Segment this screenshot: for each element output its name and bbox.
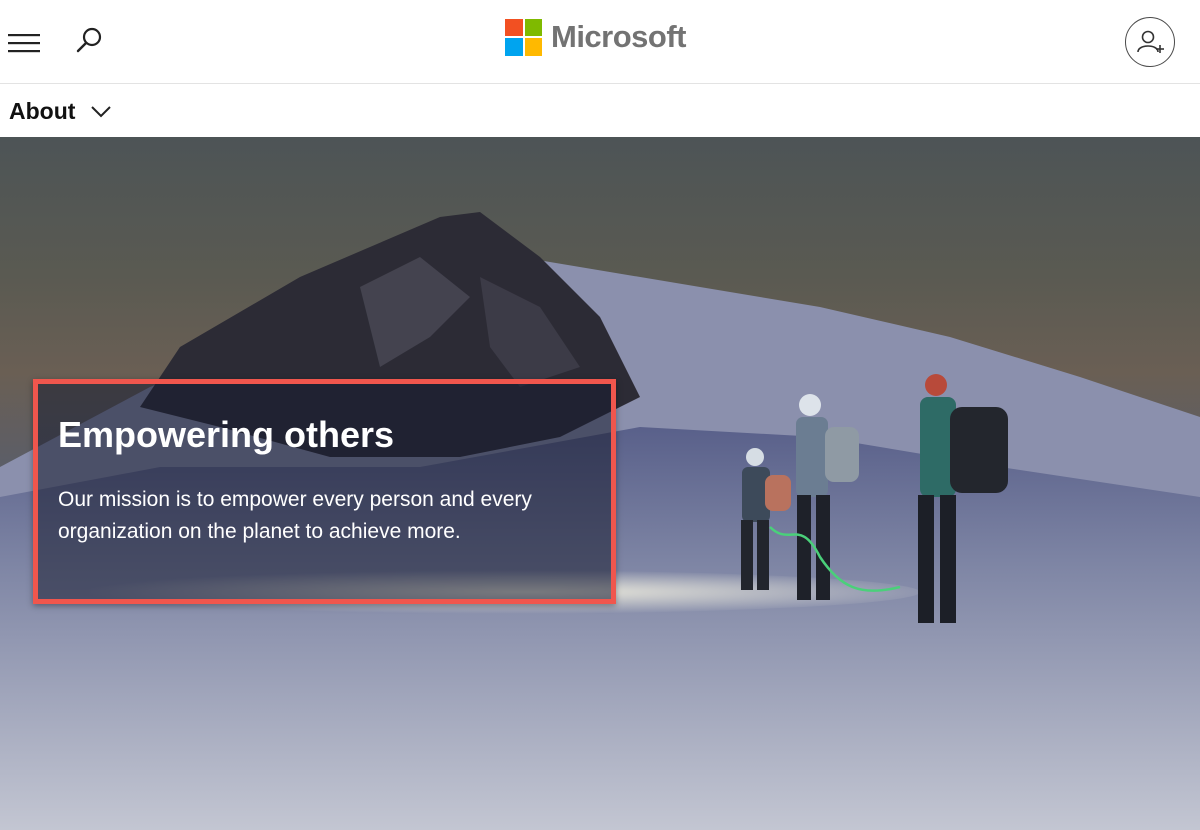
logo-square-yellow — [524, 38, 542, 56]
menu-button[interactable] — [6, 28, 42, 58]
hero-banner: Empowering others Our mission is to empo… — [0, 137, 1200, 830]
brand-name: Microsoft — [551, 19, 687, 54]
hero-description: Our mission is to empower every person a… — [58, 488, 532, 543]
sub-navigation: About — [0, 84, 1200, 137]
hero-title: Empowering others — [58, 414, 395, 455]
site-header: Microsoft — [0, 0, 1200, 84]
search-button[interactable] — [72, 24, 106, 58]
chevron-down-icon — [91, 106, 112, 118]
logo-square-green — [524, 18, 542, 36]
add-account-icon — [1137, 30, 1164, 53]
logo-square-blue — [505, 38, 523, 56]
microsoft-logo-icon — [505, 18, 542, 56]
sign-in-button[interactable] — [1125, 17, 1175, 67]
logo-square-red — [505, 18, 523, 36]
microsoft-home-link[interactable]: Microsoft — [505, 17, 687, 57]
about-menu-button[interactable]: About — [9, 97, 112, 124]
hero-text-panel: Empowering others Our mission is to empo… — [33, 379, 616, 604]
search-icon — [76, 27, 102, 53]
about-label: About — [9, 97, 76, 124]
hamburger-menu-icon — [8, 34, 40, 53]
